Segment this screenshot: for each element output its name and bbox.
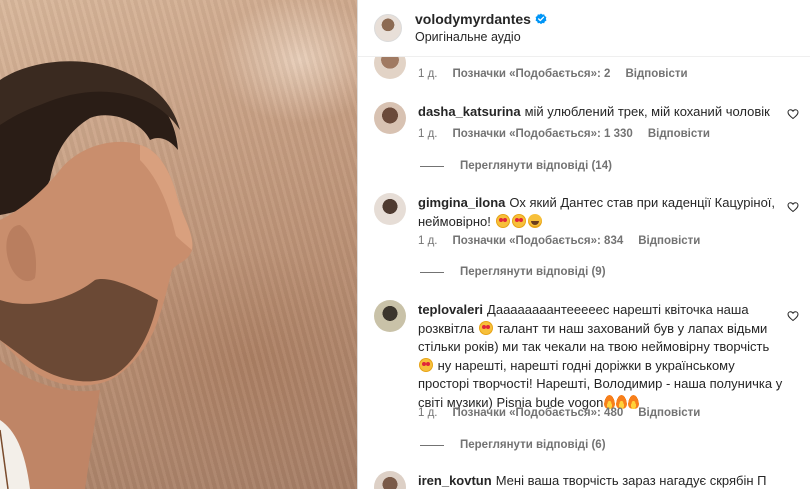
comment-username[interactable]: dasha_katsurina [418, 104, 521, 119]
comment-likes[interactable]: Позначки «Подобається»: 480 [453, 407, 624, 419]
author-avatar[interactable] [374, 14, 402, 42]
comment-body: iren_kovtun Мені ваша творчість зараз наг… [418, 472, 783, 489]
post-dialog: volodymyrdantes Оригінальне аудіо 1 д. П… [0, 0, 810, 489]
comment-time[interactable]: 1 д. [418, 128, 438, 140]
comment-avatar[interactable] [374, 57, 406, 79]
comment-meta: 1 д. Позначки «Подобається»: 1 330 Відпо… [418, 128, 710, 140]
heart-eyes-emoji-icon [419, 357, 433, 372]
reply-button[interactable]: Відповісти [638, 407, 700, 419]
heart-icon[interactable] [787, 310, 799, 322]
comment-avatar[interactable] [374, 471, 406, 489]
comment-time[interactable]: 1 д. [418, 68, 438, 80]
view-replies-button[interactable]: Переглянути відповіді (6) [420, 439, 606, 451]
author-username[interactable]: volodymyrdantes [415, 11, 531, 28]
heart-eyes-emoji-icon [495, 213, 510, 228]
post-header: volodymyrdantes Оригінальне аудіо [358, 0, 810, 57]
comments-list[interactable]: 1 д. Позначки «Подобається»: 2 Відповіст… [358, 57, 810, 489]
comment-meta: 1 д. Позначки «Подобається»: 2 Відповіст… [418, 68, 688, 80]
audio-link[interactable]: Оригінальне аудіо [415, 29, 547, 46]
comment-body: gimgina_ilona Ох який Дантес став при кад… [418, 194, 783, 231]
heart-eyes-emoji-icon [478, 320, 493, 335]
comment-text: мій улюблений трек, мій коханий чоловік [524, 104, 770, 119]
heart-icon[interactable] [787, 108, 799, 120]
comment-body: dasha_katsurina мій улюблений трек, мій к… [418, 103, 783, 122]
comments-panel: volodymyrdantes Оригінальне аудіо 1 д. П… [358, 0, 810, 489]
view-replies-label: Переглянути відповіді (6) [460, 439, 606, 451]
heart-icon[interactable] [787, 201, 799, 213]
view-replies-button[interactable]: Переглянути відповіді (9) [420, 266, 606, 278]
view-replies-label: Переглянути відповіді (9) [460, 266, 606, 278]
heart-eyes-emoji-icon [511, 213, 526, 228]
replies-line [420, 271, 444, 273]
comment-meta: 1 д. Позначки «Подобається»: 480 Відпові… [418, 407, 700, 419]
replies-line [420, 165, 444, 167]
comment-likes[interactable]: Позначки «Подобається»: 1 330 [453, 128, 633, 140]
portrait-silhouette [0, 61, 193, 489]
comment-text: Мені ваша творчість зараз нагадує скрябі… [495, 473, 767, 488]
view-replies-label: Переглянути відповіді (14) [460, 160, 612, 172]
comment-body: teplovaleri Даааааааантееееес нарешті кві… [418, 301, 783, 412]
reply-button[interactable]: Відповісти [648, 128, 710, 140]
replies-line [420, 444, 444, 446]
comment-likes[interactable]: Позначки «Подобається»: 834 [453, 235, 624, 247]
verified-badge-icon [535, 13, 547, 25]
laughing-emoji-icon [527, 213, 542, 228]
comment-username[interactable]: iren_kovtun [418, 473, 492, 488]
comment-likes[interactable]: Позначки «Подобається»: 2 [453, 68, 611, 80]
view-replies-button[interactable]: Переглянути відповіді (14) [420, 160, 612, 172]
comment-meta: 1 д. Позначки «Подобається»: 834 Відпові… [418, 235, 700, 247]
comment-time[interactable]: 1 д. [418, 407, 438, 419]
post-media-photo[interactable] [0, 0, 357, 489]
reply-button[interactable]: Відповісти [638, 235, 700, 247]
comment-avatar[interactable] [374, 193, 406, 225]
comment-avatar[interactable] [374, 102, 406, 134]
comment-text-part: ну нарешті, нарешті годні доріжки в укра… [418, 357, 783, 410]
comment-avatar[interactable] [374, 300, 406, 332]
comment-username[interactable]: teplovaleri [418, 302, 483, 317]
comment-username[interactable]: gimgina_ilona [418, 195, 505, 210]
reply-button[interactable]: Відповісти [625, 68, 687, 80]
comment-time[interactable]: 1 д. [418, 235, 438, 247]
